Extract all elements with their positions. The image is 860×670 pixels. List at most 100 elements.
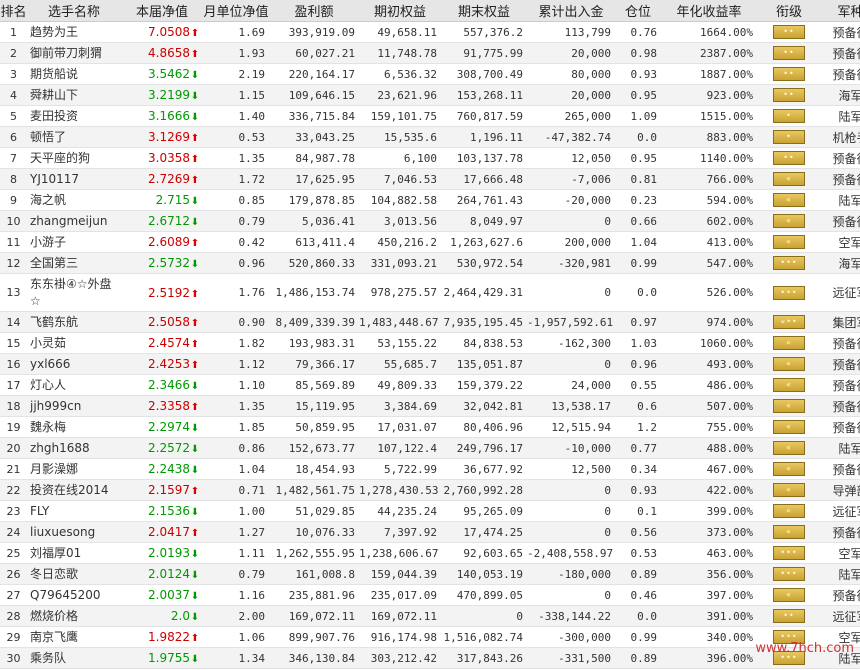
annual-return-cell: 467.00% — [661, 458, 757, 480]
player-name-link[interactable]: 冬日恋歌 — [27, 563, 121, 585]
player-name-link[interactable]: 小游子 — [27, 231, 121, 253]
player-name-link[interactable]: zhgh1688 — [27, 437, 121, 459]
rank-insignia-icon: ••• — [773, 256, 805, 270]
player-name-link[interactable]: 燃烧价格 — [27, 605, 121, 627]
player-name-link[interactable]: jjh999cn — [27, 395, 121, 417]
player-name-link[interactable]: 刘福厚01 — [27, 542, 121, 564]
table-row[interactable]: 14 飞鹤东航 2.5058⬆ 0.90 8,409,339.39 1,483,448.6… — [0, 311, 860, 333]
player-name-link[interactable]: 麦田投资 — [27, 105, 121, 127]
table-row[interactable]: 26 冬日恋歌 2.0124⬇ 0.79 161,008.8 159,044.39 140,… — [0, 563, 860, 585]
nav-cell: 2.0417⬆ — [121, 521, 203, 543]
rank-cell: 29 — [0, 626, 27, 648]
table-row[interactable]: 22 投资在线2014 2.1597⬆ 0.71 1,482,561.75 1,278,4… — [0, 479, 860, 501]
table-row[interactable]: 18 jjh999cn 2.3358⬆ 1.35 15,119.95 3,384.69 32… — [0, 395, 860, 417]
player-name-link[interactable]: 灯心人 — [27, 374, 121, 396]
player-name-link[interactable]: 小灵茹 — [27, 332, 121, 354]
player-name-link[interactable]: YJ10117 — [27, 168, 121, 190]
player-name-link[interactable]: yxl666 — [27, 353, 121, 375]
player-name-link[interactable]: 投资在线2014 — [27, 479, 121, 501]
table-row[interactable]: 4 舜耕山下 3.2199⬇ 1.15 109,646.15 23,621.96 153,2… — [0, 84, 860, 106]
table-row[interactable]: 24 liuxuesong 2.0417⬆ 1.27 10,076.33 7,397.92… — [0, 521, 860, 543]
annual-return-cell: 594.00% — [661, 189, 757, 211]
table-row[interactable]: 16 yxl666 2.4253⬆ 1.12 79,366.17 55,685.7 135,… — [0, 353, 860, 375]
start-equity-cell: 11,748.78 — [359, 42, 441, 64]
table-row[interactable]: 13 东东褂④☆外盘☆ 2.5192⬆ 1.76 1,486,153.74 978,275… — [0, 273, 860, 312]
player-name-link[interactable]: 月影澡娜 — [27, 458, 121, 480]
table-row[interactable]: 1 趋势为王 7.0508⬆ 1.69 393,919.09 49,658.11 557,3… — [0, 21, 860, 43]
table-row[interactable]: 9 海之帆 2.715⬇ 0.85 179,878.85 104,882.58 264,76… — [0, 189, 860, 211]
table-row[interactable]: 6 顿悟了 3.1269⬆ 0.53 33,043.25 15,535.6 1,196.11… — [0, 126, 860, 148]
table-row[interactable]: 2 御前带刀刺猬 4.8658⬆ 1.93 60,027.21 11,748.78 91,7… — [0, 42, 860, 64]
table-row[interactable]: 27 Q79645200 2.0037⬇ 1.16 235,881.96 235,017.… — [0, 584, 860, 606]
branch-cell: 预备役 — [821, 416, 860, 438]
end-equity-cell: 1,516,082.74 — [441, 626, 527, 648]
table-row[interactable]: 30 乘务队 1.9755⬇ 1.34 346,130.84 303,212.42 317,… — [0, 647, 860, 669]
start-equity-cell: 916,174.98 — [359, 626, 441, 648]
player-name-link[interactable]: zhangmeijun — [27, 210, 121, 232]
column-header: 累计出入金 — [527, 0, 615, 22]
player-name-link[interactable]: 顿悟了 — [27, 126, 121, 148]
net-flow-cell: 20,000 — [527, 84, 615, 106]
nav-value: 2.3466 — [148, 378, 190, 392]
player-name-link[interactable]: 飞鹤东航 — [27, 311, 121, 333]
player-name-link[interactable]: liuxuesong — [27, 521, 121, 543]
net-flow-cell: -162,300 — [527, 332, 615, 354]
arrow-down-icon: ⬇ — [190, 507, 200, 518]
player-name-link[interactable]: 舜耕山下 — [27, 84, 121, 106]
table-row[interactable]: 28 燃烧价格 2.0⬇ 2.00 169,072.11 169,072.11 0 -338,… — [0, 605, 860, 627]
table-row[interactable]: 17 灯心人 2.3466⬇ 1.10 85,569.89 49,809.33 159,37… — [0, 374, 860, 396]
nav-cell: 4.8658⬆ — [121, 42, 203, 64]
nav-cell: 2.2572⬇ — [121, 437, 203, 459]
table-row[interactable]: 19 魏永梅 2.2974⬇ 1.85 50,859.95 17,031.07 80,406… — [0, 416, 860, 438]
position-cell: 0.98 — [615, 42, 661, 64]
nav-cell: 2.5192⬆ — [121, 273, 203, 312]
player-name-link[interactable]: Q79645200 — [27, 584, 121, 606]
table-row[interactable]: 21 月影澡娜 2.2438⬇ 1.04 18,454.93 5,722.99 36,677… — [0, 458, 860, 480]
unit-nav-cell: 1.93 — [203, 42, 269, 64]
nav-cell: 2.4574⬆ — [121, 332, 203, 354]
table-row[interactable]: 15 小灵茹 2.4574⬆ 1.82 193,983.31 53,155.22 84,83… — [0, 332, 860, 354]
player-name-link[interactable]: 天平座的狗 — [27, 147, 121, 169]
arrow-up-icon: ⬆ — [190, 238, 200, 249]
player-name-link[interactable]: 御前带刀刺猬 — [27, 42, 121, 64]
player-name-link[interactable]: FLY — [27, 500, 121, 522]
rank-cell: 28 — [0, 605, 27, 627]
profit-cell: 613,411.4 — [269, 231, 359, 253]
table-row[interactable]: 5 麦田投资 3.1666⬇ 1.40 336,715.84 159,101.75 760,… — [0, 105, 860, 127]
table-row[interactable]: 10 zhangmeijun 2.6712⬇ 0.79 5,036.41 3,013.56… — [0, 210, 860, 232]
annual-return-cell: 356.00% — [661, 563, 757, 585]
table-row[interactable]: 11 小游子 2.6089⬆ 0.42 613,411.4 450,216.2 1,263,… — [0, 231, 860, 253]
player-name-link[interactable]: 南京飞鹰 — [27, 626, 121, 648]
table-row[interactable]: 12 全国第三 2.5732⬇ 0.96 520,860.33 331,093.21 530… — [0, 252, 860, 274]
table-row[interactable]: 3 期货船说 3.5462⬇ 2.19 220,164.17 6,536.32 308,70… — [0, 63, 860, 85]
table-row[interactable]: 23 FLY 2.1536⬇ 1.00 51,029.85 44,235.24 95,265… — [0, 500, 860, 522]
rank-insignia-icon: « — [773, 399, 805, 413]
rank-badge-cell: « — [757, 458, 821, 480]
column-header: 月单位净值 — [203, 0, 269, 22]
player-name-link[interactable]: 全国第三 — [27, 252, 121, 274]
position-cell: 1.03 — [615, 332, 661, 354]
player-name-link[interactable]: 海之帆 — [27, 189, 121, 211]
end-equity-cell: 159,379.22 — [441, 374, 527, 396]
table-row[interactable]: 20 zhgh1688 2.2572⬇ 0.86 152,673.77 107,122.4… — [0, 437, 860, 459]
unit-nav-cell: 0.85 — [203, 189, 269, 211]
table-row[interactable]: 29 南京飞鹰 1.9822⬆ 1.06 899,907.76 916,174.98 1,5… — [0, 626, 860, 648]
profit-cell: 393,919.09 — [269, 21, 359, 43]
rank-cell: 24 — [0, 521, 27, 543]
profit-cell: 179,878.85 — [269, 189, 359, 211]
player-name-link[interactable]: 魏永梅 — [27, 416, 121, 438]
arrow-down-icon: ⬇ — [190, 70, 200, 81]
player-name-link[interactable]: 东东褂④☆外盘☆ — [27, 273, 121, 312]
column-header: 仓位 — [615, 0, 661, 22]
nav-cell: 2.1597⬆ — [121, 479, 203, 501]
player-name-link[interactable]: 乘务队 — [27, 647, 121, 669]
table-row[interactable]: 7 天平座的狗 3.0358⬆ 1.35 84,987.78 6,100 103,137.7… — [0, 147, 860, 169]
player-name-link[interactable]: 趋势为王 — [27, 21, 121, 43]
rank-cell: 30 — [0, 647, 27, 669]
table-row[interactable]: 25 刘福厚01 2.0193⬇ 1.11 1,262,555.95 1,238,606.… — [0, 542, 860, 564]
unit-nav-cell: 1.85 — [203, 416, 269, 438]
net-flow-cell: 12,500 — [527, 458, 615, 480]
player-name-link[interactable]: 期货船说 — [27, 63, 121, 85]
rank-insignia-icon: « — [773, 441, 805, 455]
table-row[interactable]: 8 YJ10117 2.7269⬆ 1.72 17,625.95 7,046.53 17,6… — [0, 168, 860, 190]
